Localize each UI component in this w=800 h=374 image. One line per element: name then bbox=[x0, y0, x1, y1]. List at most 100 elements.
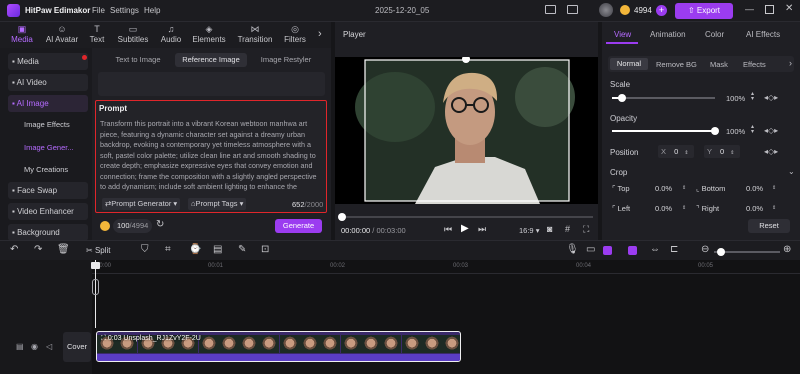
grid-icon[interactable]: # bbox=[565, 224, 570, 234]
position-x-field[interactable]: X 0 ⇕ bbox=[658, 145, 694, 158]
mic-icon[interactable]: 🎙 bbox=[566, 244, 579, 255]
prev-frame-icon[interactable]: ⏮ bbox=[444, 224, 452, 235]
zoom-out-icon[interactable]: ⊖ bbox=[701, 244, 709, 255]
opacity-value[interactable]: 100% bbox=[726, 127, 745, 136]
track-lock-icon[interactable]: ▤ bbox=[16, 342, 24, 351]
layout-icon[interactable] bbox=[567, 5, 578, 14]
chevron-right-icon[interactable]: › bbox=[789, 58, 792, 68]
minimize-button[interactable]: — bbox=[745, 4, 754, 14]
magnet-toggle[interactable] bbox=[603, 246, 612, 255]
playhead-handle[interactable] bbox=[91, 262, 100, 269]
ai-tool-icon[interactable]: ⊡ bbox=[261, 244, 269, 255]
speed-icon[interactable]: ⌚ bbox=[189, 244, 201, 255]
freeze-icon[interactable]: ▤ bbox=[213, 244, 222, 255]
subtab-normal[interactable]: Normal bbox=[610, 58, 648, 70]
sidebar-item-background[interactable]: ▪ Background bbox=[8, 224, 88, 241]
crop-bottom-field[interactable]: ⌞ Bottom 0.0% ⇕ bbox=[696, 182, 796, 195]
tab-view[interactable]: View bbox=[614, 30, 631, 39]
tab-animation[interactable]: Animation bbox=[650, 30, 686, 39]
split-button[interactable]: ✂ Split bbox=[86, 246, 111, 255]
prompt-tags-button[interactable]: ⌂Prompt Tags ▾ bbox=[188, 198, 247, 210]
tab-filters[interactable]: ◎ Filters bbox=[281, 24, 309, 48]
tab-media[interactable]: ▣ Media bbox=[8, 24, 36, 48]
tab-elements[interactable]: ◈ Elements bbox=[190, 24, 228, 48]
menu-help[interactable]: Help bbox=[144, 6, 160, 15]
opacity-slider[interactable] bbox=[612, 127, 719, 135]
next-frame-icon[interactable]: ⏭ bbox=[478, 224, 486, 235]
sidebar-item-face-swap[interactable]: ▪ Face Swap bbox=[8, 182, 88, 199]
tab-audio[interactable]: ♫ Audio bbox=[157, 24, 185, 48]
delete-icon[interactable]: 🗑 bbox=[57, 244, 70, 255]
sidebar-sub-my-creations[interactable]: My Creations bbox=[24, 165, 68, 174]
snapshot-icon[interactable]: ◙ bbox=[547, 224, 552, 234]
subtab-remove-bg[interactable]: Remove BG bbox=[656, 60, 697, 69]
add-credits-button[interactable]: + bbox=[656, 5, 667, 16]
crop-top-field[interactable]: ⌜ Top 0.0% ⇕ bbox=[612, 182, 690, 195]
scale-slider[interactable] bbox=[612, 94, 715, 102]
stepper-icon[interactable]: ⇕ bbox=[682, 202, 686, 215]
stepper-icon[interactable]: ⇕ bbox=[772, 202, 776, 215]
reset-button[interactable]: Reset bbox=[748, 219, 790, 233]
prompt-generator-button[interactable]: ⇄Prompt Generator ▾ bbox=[102, 198, 181, 210]
play-icon[interactable]: ▶ bbox=[461, 223, 469, 234]
subtab-effects[interactable]: Effects bbox=[743, 60, 766, 69]
timeline-clip[interactable]: ⛶ 0:03 Unsplash_RJ1ZvY2F-2U bbox=[96, 331, 461, 362]
chevron-down-icon[interactable]: ⌄ bbox=[788, 167, 795, 176]
link-toggle[interactable] bbox=[628, 246, 637, 255]
tab-text-to-image[interactable]: Text to Image bbox=[102, 53, 174, 67]
sidebar-item-ai-video[interactable]: ▪ AI Video bbox=[8, 74, 88, 91]
tab-text[interactable]: T Text bbox=[86, 24, 108, 48]
stepper-icon[interactable]: ⇕ bbox=[730, 150, 734, 156]
opacity-spinner[interactable]: ▴ ▾ bbox=[751, 124, 754, 135]
crop-icon[interactable]: ⌗ bbox=[165, 244, 171, 255]
undo-icon[interactable]: ↶ bbox=[10, 244, 18, 255]
fit-icon[interactable]: ⇔ bbox=[650, 244, 660, 255]
edit-icon[interactable]: ✎ bbox=[238, 244, 246, 255]
sidebar-item-media[interactable]: ▪ Media bbox=[8, 53, 88, 70]
tab-transition[interactable]: ⋈ Transition bbox=[235, 24, 275, 48]
refresh-icon[interactable]: ↻ bbox=[156, 219, 164, 230]
stepper-icon[interactable]: ⇕ bbox=[684, 150, 688, 156]
stepper-icon[interactable]: ⇕ bbox=[772, 182, 776, 195]
chevron-right-icon[interactable]: › bbox=[318, 28, 322, 40]
scale-knob[interactable] bbox=[618, 94, 627, 102]
menu-settings[interactable]: Settings bbox=[110, 6, 139, 15]
screen-icon[interactable] bbox=[545, 5, 556, 14]
crop-left-field[interactable]: ⌜ Left 0.0% ⇕ bbox=[612, 202, 690, 215]
reference-image-area[interactable] bbox=[98, 72, 325, 96]
scale-value[interactable]: 100% bbox=[726, 94, 745, 103]
shield-icon[interactable]: ⛉ bbox=[141, 244, 149, 255]
stepper-icon[interactable]: ⇕ bbox=[682, 182, 686, 195]
keyframe-icon[interactable]: ◂◇▸ bbox=[764, 147, 778, 156]
zoom-knob[interactable] bbox=[717, 248, 725, 256]
sidebar-item-video-enhancer[interactable]: ▪ Video Enhancer bbox=[8, 203, 88, 220]
snap-icon[interactable]: ⊏ bbox=[670, 244, 678, 255]
sidebar-item-ai-image[interactable]: ▪ AI Image bbox=[8, 95, 88, 112]
caption-icon[interactable]: ▭ bbox=[586, 244, 595, 255]
playback-slider[interactable] bbox=[338, 213, 593, 221]
menu-file[interactable]: File bbox=[92, 6, 105, 15]
prompt-input[interactable]: Transform this portrait into a vibrant K… bbox=[100, 119, 322, 191]
playhead-marker[interactable] bbox=[92, 279, 99, 295]
aspect-ratio-select[interactable]: 16:9 ▾ bbox=[519, 226, 539, 235]
zoom-in-icon[interactable]: ⊕ bbox=[783, 244, 791, 255]
tab-ai-effects[interactable]: AI Effects bbox=[746, 30, 780, 39]
zoom-slider[interactable] bbox=[714, 248, 780, 256]
tab-ai-avatar[interactable]: ☺ AI Avatar bbox=[42, 24, 82, 48]
track-visibility-icon[interactable]: ◉ bbox=[31, 342, 38, 351]
maximize-button[interactable] bbox=[765, 5, 774, 14]
keyframe-icon[interactable]: ◂◇▸ bbox=[764, 93, 778, 102]
position-y-field[interactable]: Y 0 ⇕ bbox=[704, 145, 740, 158]
keyframe-icon[interactable]: ◂◇▸ bbox=[764, 126, 778, 135]
video-preview[interactable] bbox=[335, 57, 598, 204]
opacity-knob[interactable] bbox=[711, 127, 719, 135]
tab-subtitles[interactable]: ▭ Subtitles bbox=[114, 24, 152, 48]
avatar[interactable] bbox=[599, 3, 613, 17]
cover-button[interactable]: Cover bbox=[63, 332, 91, 362]
scale-spinner[interactable]: ▴ ▾ bbox=[751, 91, 754, 102]
generate-button[interactable]: Generate bbox=[275, 219, 322, 233]
redo-icon[interactable]: ↷ bbox=[34, 244, 42, 255]
tab-reference-image[interactable]: Reference Image bbox=[175, 53, 247, 67]
sidebar-sub-image-effects[interactable]: Image Effects bbox=[24, 120, 70, 129]
tab-image-restyler[interactable]: Image Restyler bbox=[250, 53, 322, 67]
